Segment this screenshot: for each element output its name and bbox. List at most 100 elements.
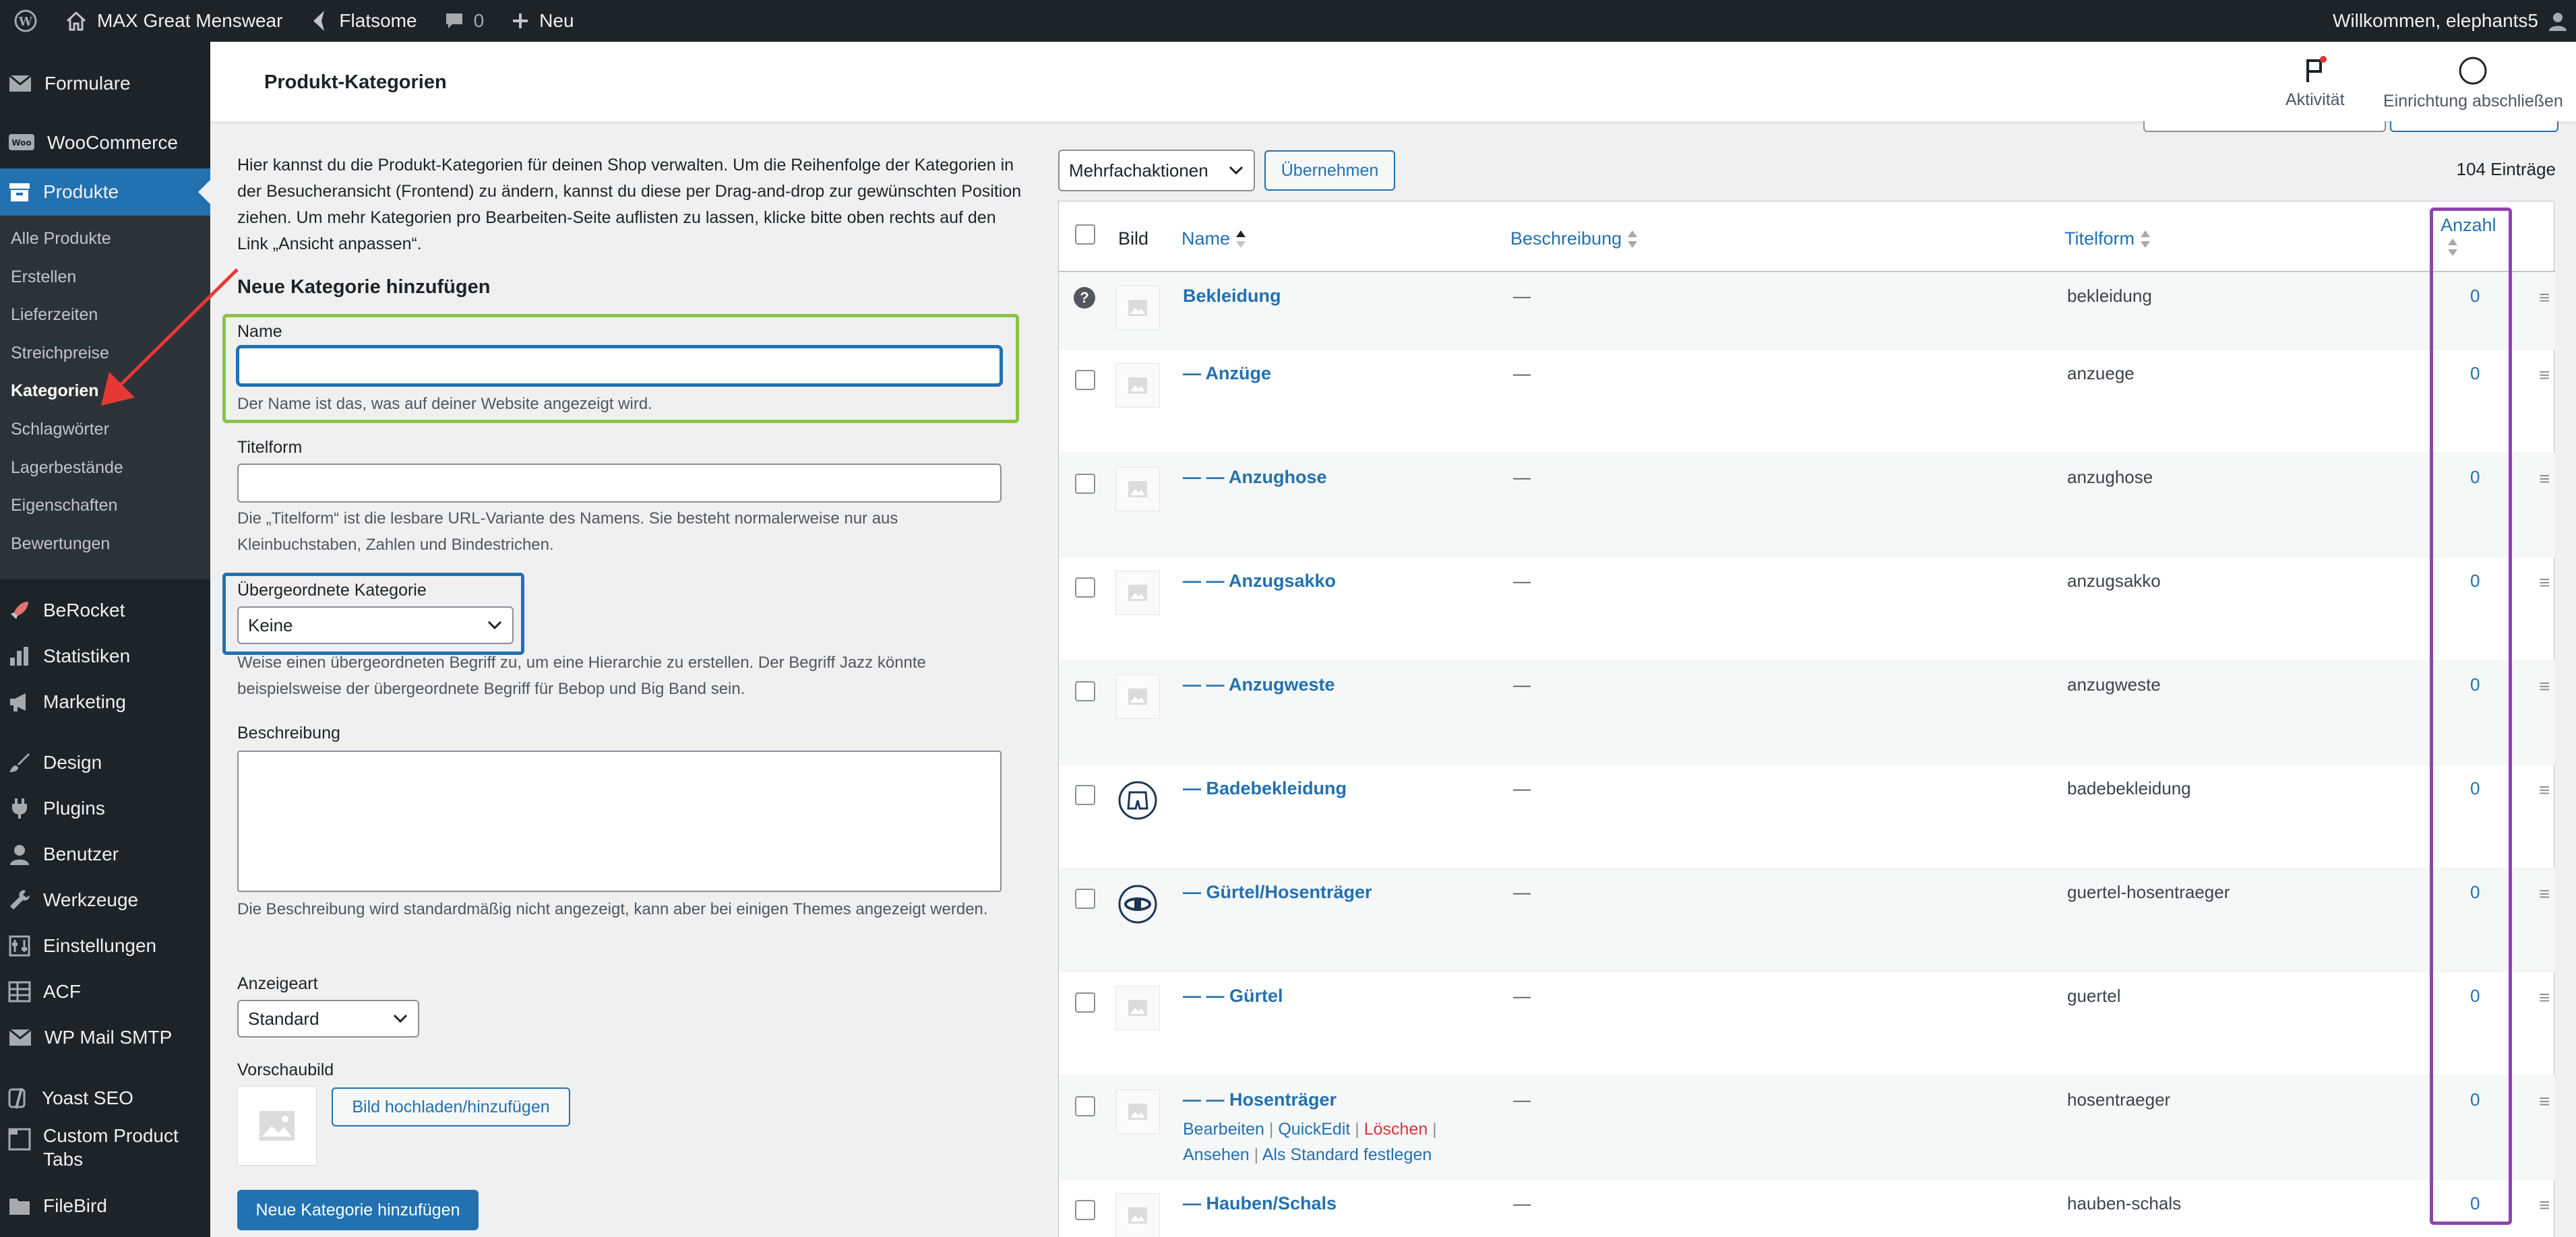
sidebar-item-berocket[interactable]: BeRocket <box>0 597 210 624</box>
row-checkbox[interactable] <box>1075 785 1095 805</box>
category-name-link[interactable]: — Anzüge <box>1183 363 1271 384</box>
sidebar-item-woocommerce[interactable]: Woo WooCommerce <box>0 129 210 156</box>
theme-link[interactable]: Flatsome <box>296 0 430 42</box>
display-type-select[interactable]: Standard <box>237 1000 419 1038</box>
sidebar-item-statistiken[interactable]: Statistiken <box>0 643 210 670</box>
user-account-link[interactable]: Willkommen, elephants5 <box>2319 0 2576 42</box>
sidebar-label: BeRocket <box>43 600 125 621</box>
category-name-link[interactable]: — Badebekleidung <box>1183 778 1347 799</box>
sidebar-item-werkzeuge[interactable]: Werkzeuge <box>0 887 210 914</box>
drag-handle-icon[interactable]: ≡ <box>2539 1091 2550 1112</box>
row-checkbox[interactable] <box>1075 474 1095 494</box>
sidebar-item-plugins[interactable]: Plugins <box>0 795 210 822</box>
category-name-link[interactable]: — Gürtel/Hosenträger <box>1183 882 1372 903</box>
sidebar-item-wp-mail-smtp[interactable]: WP Mail SMTP <box>0 1024 210 1051</box>
sidebar-label: Produkte <box>43 181 119 202</box>
add-category-button[interactable]: Neue Kategorie hinzufügen <box>237 1190 479 1230</box>
row-checkbox[interactable] <box>1075 889 1095 909</box>
drag-handle-icon[interactable]: ≡ <box>2539 676 2550 697</box>
upload-image-button[interactable]: Bild hochladen/hinzufügen <box>332 1087 570 1127</box>
column-header-beschreibung[interactable]: Beschreibung <box>1510 228 1638 249</box>
row-checkbox[interactable] <box>1075 1096 1095 1116</box>
submenu-erstellen[interactable]: Erstellen <box>11 267 76 287</box>
drag-handle-icon[interactable]: ≡ <box>2539 572 2550 594</box>
view-link[interactable]: Ansehen <box>1183 1145 1250 1164</box>
image-placeholder-icon <box>1128 481 1147 497</box>
chevron-down-icon <box>393 1014 408 1023</box>
category-name-link[interactable]: — — Gürtel <box>1183 986 1283 1007</box>
image-placeholder-icon <box>259 1111 295 1141</box>
sort-icon <box>2141 230 2151 248</box>
submenu-lieferzeiten[interactable]: Lieferzeiten <box>11 305 98 325</box>
drag-handle-icon[interactable]: ≡ <box>2539 468 2550 490</box>
sidebar-item-einstellungen[interactable]: Einstellungen <box>0 932 210 959</box>
sidebar-label: Custom Product Tabs <box>43 1125 179 1170</box>
submenu-schlagwoerter[interactable]: Schlagwörter <box>11 420 109 439</box>
submenu-bewertungen[interactable]: Bewertungen <box>11 534 110 554</box>
row-checkbox[interactable] <box>1075 681 1095 701</box>
flatsome-icon <box>313 11 325 31</box>
drag-handle-icon[interactable]: ≡ <box>2539 987 2550 1009</box>
sidebar-item-design[interactable]: Design <box>0 749 210 776</box>
sidebar-item-acf[interactable]: ACF <box>0 978 210 1005</box>
category-name-link[interactable]: — Hauben/Schals <box>1183 1193 1337 1214</box>
sidebar-item-custom-product-tabs[interactable]: Custom Product Tabs <box>0 1124 210 1178</box>
category-name-link[interactable]: — — Anzugsakko <box>1183 571 1336 592</box>
row-checkbox[interactable] <box>1075 992 1095 1013</box>
drag-handle-icon[interactable]: ≡ <box>2539 364 2550 386</box>
sidebar-item-benutzer[interactable]: Benutzer <box>0 841 210 868</box>
name-help: Der Name ist das, was auf deiner Website… <box>237 395 652 413</box>
row-checkbox[interactable] <box>1075 577 1095 598</box>
description-textarea[interactable] <box>237 751 1002 892</box>
new-content-link[interactable]: Neu <box>497 0 587 42</box>
sidebar-item-filebird[interactable]: FileBird <box>0 1193 210 1219</box>
submenu-kategorien[interactable]: Kategorien <box>11 381 99 401</box>
category-thumbnail <box>1115 674 1160 719</box>
row-checkbox[interactable] <box>1075 1200 1095 1220</box>
column-label: Titelform <box>2064 228 2135 249</box>
image-placeholder-icon <box>1128 689 1147 705</box>
make-default-link[interactable]: Als Standard festlegen <box>1262 1145 1432 1164</box>
activity-button[interactable]: Aktivität <box>2286 55 2345 110</box>
category-name-link[interactable]: Bekleidung <box>1183 286 1281 307</box>
image-placeholder-icon <box>1128 377 1147 393</box>
screen-options-tab[interactable] <box>2143 121 2386 132</box>
drag-handle-icon[interactable]: ≡ <box>2539 883 2550 905</box>
column-header-titelform[interactable]: Titelform <box>2064 228 2151 249</box>
delete-link[interactable]: Löschen <box>1364 1120 1428 1139</box>
drag-handle-icon[interactable]: ≡ <box>2539 780 2550 801</box>
submenu-alle-produkte[interactable]: Alle Produkte <box>11 229 111 249</box>
slug-input[interactable] <box>237 464 1002 503</box>
category-name-link[interactable]: — — Anzughose <box>1183 467 1327 488</box>
submenu-eigenschaften[interactable]: Eigenschaften <box>11 496 117 515</box>
help-tab[interactable] <box>2390 121 2558 132</box>
category-name-link[interactable]: — — Anzugweste <box>1183 674 1335 695</box>
bulk-actions-value: Mehrfachaktionen <box>1069 160 1208 181</box>
tabs-icon <box>8 1128 31 1151</box>
sidebar-item-marketing[interactable]: Marketing <box>0 689 210 716</box>
bulk-actions-select[interactable]: Mehrfachaktionen <box>1058 150 1255 191</box>
quickedit-link[interactable]: QuickEdit <box>1278 1120 1350 1139</box>
new-label: Neu <box>539 10 574 31</box>
drag-handle-icon[interactable]: ≡ <box>2539 1195 2550 1216</box>
select-all-checkbox[interactable] <box>1075 224 1095 245</box>
parent-select[interactable]: Keine <box>237 606 514 644</box>
sidebar-item-formulare[interactable]: Formulare <box>0 70 210 97</box>
greeting: Willkommen, elephants5 <box>2332 10 2538 31</box>
drag-handle-icon[interactable]: ≡ <box>2539 287 2550 309</box>
chevron-down-icon <box>1229 166 1244 175</box>
wordpress-logo[interactable]: W <box>0 0 51 42</box>
submenu-lagerbestaende[interactable]: Lagerbestände <box>11 458 123 478</box>
sidebar-item-produkte[interactable]: Produkte <box>0 168 210 216</box>
row-checkbox[interactable] <box>1075 370 1095 390</box>
category-name-link[interactable]: — — Hosenträger <box>1183 1089 1337 1110</box>
table-row: — Hauben/Schals — hauben-schals 0 ≡ <box>1059 1180 2555 1237</box>
finish-setup-button[interactable]: Einrichtung abschließen <box>2383 55 2563 111</box>
column-header-name[interactable]: Name <box>1182 228 1246 249</box>
edit-link[interactable]: Bearbeiten <box>1183 1120 1264 1139</box>
site-name-link[interactable]: MAX Great Menswear <box>51 0 296 42</box>
sidebar-item-yoast-seo[interactable]: Yoast SEO <box>0 1085 210 1112</box>
apply-button[interactable]: Übernehmen <box>1264 150 1395 191</box>
name-input[interactable] <box>237 346 1002 385</box>
comments-link[interactable]: 0 <box>431 0 498 42</box>
